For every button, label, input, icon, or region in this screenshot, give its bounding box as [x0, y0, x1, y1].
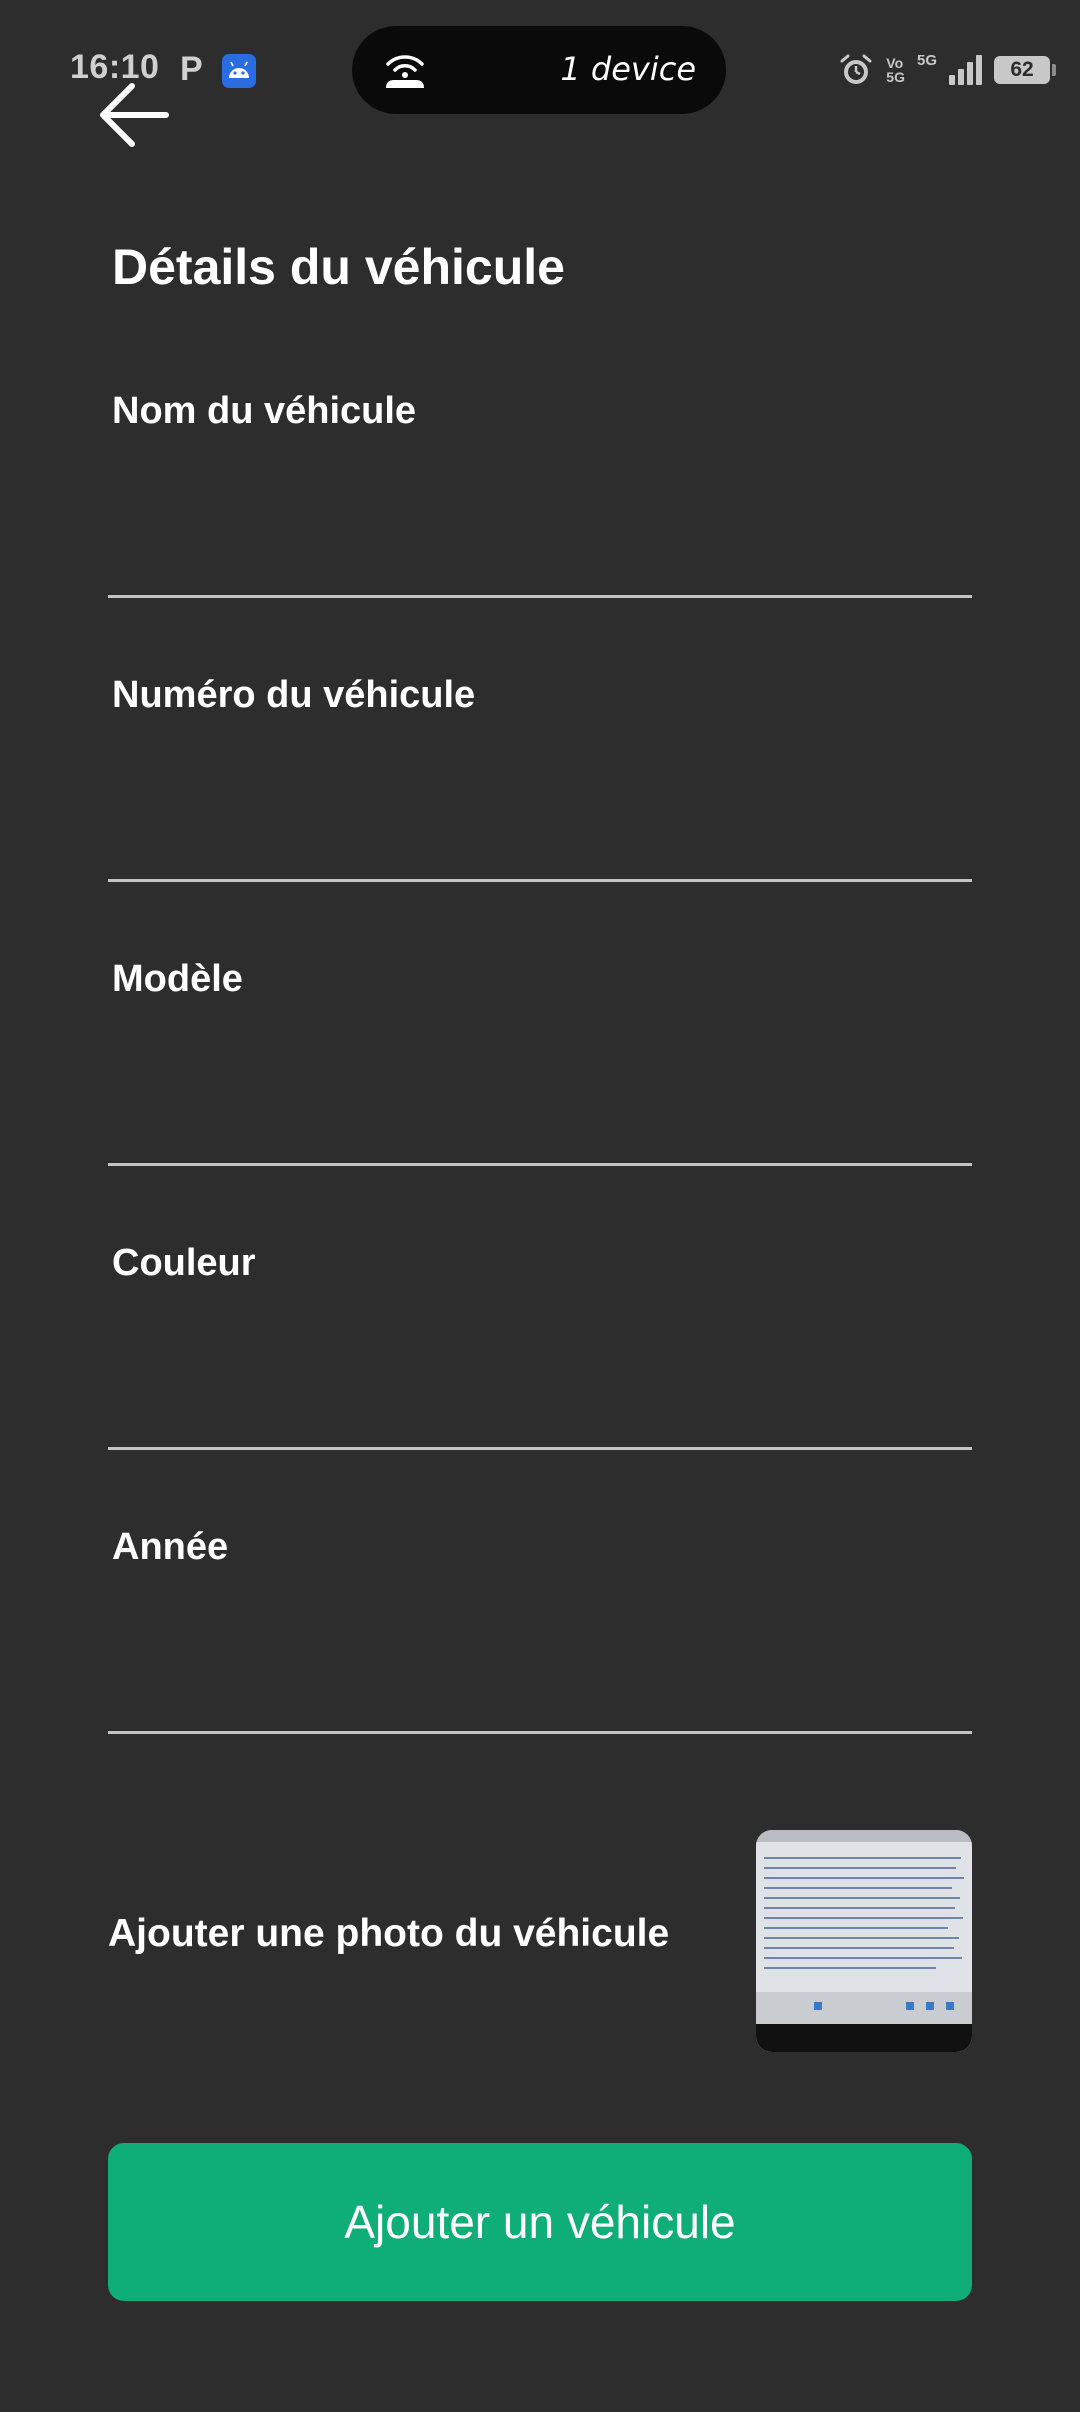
- arrow-left-icon: [100, 83, 169, 147]
- vehicle-name-label: Nom du véhicule: [112, 390, 417, 432]
- vehicle-number-label: Numéro du véhicule: [112, 674, 476, 716]
- year-input[interactable]: [108, 1586, 972, 1734]
- battery-icon: 62: [994, 56, 1056, 84]
- vehicle-details-screen: 16:10 P 1 device Vo 5G 5G 62 Détails du …: [0, 0, 1080, 2412]
- vehicle-name-input[interactable]: [108, 450, 972, 598]
- color-label: Couleur: [112, 1242, 256, 1284]
- hotspot-device-count: 1 device: [560, 50, 696, 88]
- status-icons: Vo 5G 5G 62: [838, 50, 1056, 90]
- android-app-icon: [222, 54, 256, 88]
- hotspot-island[interactable]: 1 device: [352, 26, 726, 114]
- year-field: Année: [108, 1526, 972, 1746]
- model-field: Modèle: [108, 958, 972, 1178]
- vehicle-name-field: Nom du véhicule: [108, 390, 972, 610]
- back-button[interactable]: [96, 80, 172, 150]
- color-input[interactable]: [108, 1302, 972, 1450]
- alarm-icon: [840, 54, 872, 84]
- vehicle-number-input[interactable]: [108, 734, 972, 882]
- year-label: Année: [112, 1526, 229, 1568]
- parking-notification-icon: P: [180, 50, 203, 88]
- battery-level: 62: [1010, 58, 1034, 81]
- vehicle-photo-thumbnail[interactable]: [756, 1830, 972, 2052]
- add-vehicle-button[interactable]: Ajouter un véhicule: [108, 2143, 972, 2301]
- hotspot-icon: [386, 55, 424, 88]
- color-field: Couleur: [108, 1242, 972, 1462]
- signal-strength-icon: [949, 55, 982, 85]
- model-input[interactable]: [108, 1018, 972, 1166]
- vehicle-number-field: Numéro du véhicule: [108, 674, 972, 894]
- volte-indicator: Vo 5G: [886, 55, 905, 85]
- model-label: Modèle: [112, 958, 243, 1000]
- page-title: Détails du véhicule: [112, 239, 565, 295]
- add-photo-label: Ajouter une photo du véhicule: [108, 1912, 670, 1955]
- network-type: 5G: [916, 51, 937, 69]
